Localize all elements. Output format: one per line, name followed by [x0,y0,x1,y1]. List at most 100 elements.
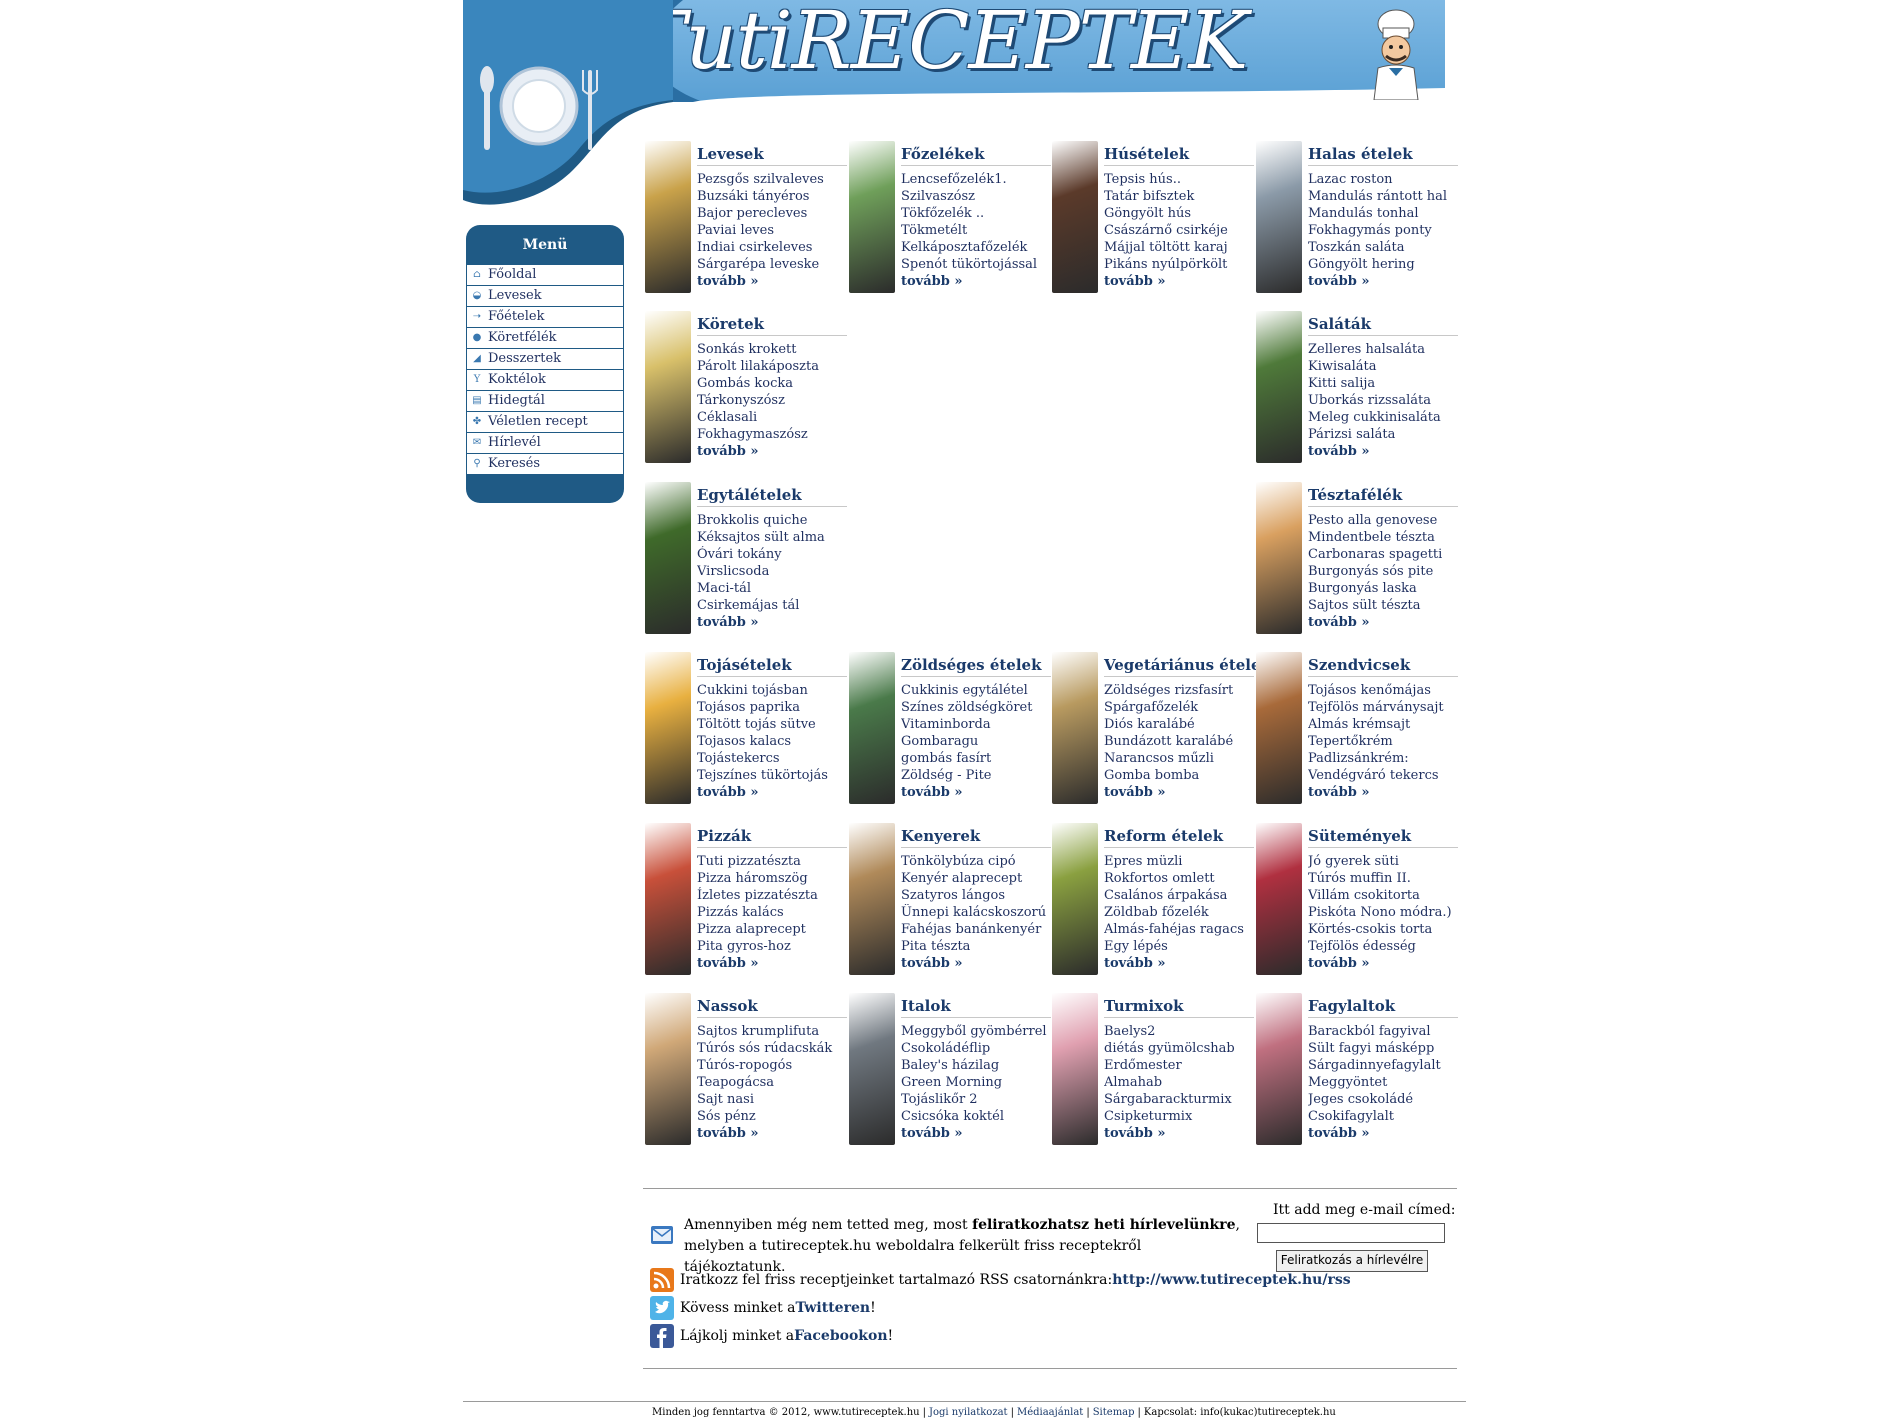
recipe-link[interactable]: Csirkemájas tál [697,597,847,614]
recipe-link[interactable]: Erdőmester [1104,1057,1254,1074]
recipe-link[interactable]: Cukkini tojásban [697,682,847,699]
recipe-link[interactable]: Céklasali [697,409,847,426]
recipe-link[interactable]: Piskóta Nono módra.) [1308,904,1458,921]
recipe-link[interactable]: Óvári tokány [697,546,847,563]
recipe-link[interactable]: Carbonaras spagetti [1308,546,1458,563]
recipe-link[interactable]: Toszkán saláta [1308,239,1458,256]
category-title[interactable]: Fagylaltok [1308,997,1458,1018]
recipe-link[interactable]: Virslicsoda [697,563,847,580]
more-link[interactable]: tovább » [1104,955,1254,973]
recipe-link[interactable]: Csokifagylalt [1308,1108,1458,1125]
more-link[interactable]: tovább » [1308,614,1458,632]
recipe-link[interactable]: Baley's házilag [901,1057,1051,1074]
more-link[interactable]: tovább » [1308,1125,1458,1143]
recipe-link[interactable]: Zöldbab főzelék [1104,904,1254,921]
menu-item-cold-plates[interactable]: ▤ Hidegtál [467,391,623,412]
recipe-link[interactable]: Kenyér alaprecept [901,870,1051,887]
recipe-link[interactable]: Sós pénz [697,1108,847,1125]
category-thumbnail[interactable] [849,993,895,1145]
category-thumbnail[interactable] [1052,823,1098,975]
recipe-link[interactable]: Mandulás rántott hal [1308,188,1458,205]
more-link[interactable]: tovább » [1308,273,1458,291]
recipe-link[interactable]: Narancsos műzli [1104,750,1254,767]
recipe-link[interactable]: Brokkolis quiche [697,512,847,529]
category-thumbnail[interactable] [1052,993,1098,1145]
recipe-link[interactable]: Göngyölt hering [1308,256,1458,273]
recipe-link[interactable]: Ízletes pizzatészta [697,887,847,904]
recipe-link[interactable]: Túrós muffin II. [1308,870,1458,887]
recipe-link[interactable]: Tojásos paprika [697,699,847,716]
more-link[interactable]: tovább » [697,955,847,973]
recipe-link[interactable]: Burgonyás laska [1308,580,1458,597]
recipe-link[interactable]: Mindentbele tészta [1308,529,1458,546]
recipe-link[interactable]: Padlizsánkrém: [1308,750,1458,767]
recipe-link[interactable]: Fokhagymás ponty [1308,222,1458,239]
recipe-link[interactable]: Tejszínes tükörtojás [697,767,847,784]
category-title[interactable]: Húsételek [1104,145,1254,166]
recipe-link[interactable]: Meggyből gyömbérrel [901,1023,1051,1040]
category-title[interactable]: Tojásételek [697,656,847,677]
more-link[interactable]: tovább » [901,784,1051,802]
recipe-link[interactable]: Villám csokitorta [1308,887,1458,904]
recipe-link[interactable]: Bundázott karalábé [1104,733,1254,750]
recipe-link[interactable]: Kiwisaláta [1308,358,1458,375]
more-link[interactable]: tovább » [901,955,1051,973]
recipe-link[interactable]: Zöldség - Pite [901,767,1051,784]
recipe-link[interactable]: Csokoládéflip [901,1040,1051,1057]
more-link[interactable]: tovább » [697,784,847,802]
more-link[interactable]: tovább » [1104,273,1254,291]
category-title[interactable]: Főzelékek [901,145,1051,166]
recipe-link[interactable]: Csicsóka koktél [901,1108,1051,1125]
facebook-link[interactable]: Facebookon [794,1328,887,1344]
recipe-link[interactable]: Tojasos kalacs [697,733,847,750]
recipe-link[interactable]: Sonkás krokett [697,341,847,358]
category-title[interactable]: Köretek [697,315,847,336]
category-thumbnail[interactable] [645,141,691,293]
more-link[interactable]: tovább » [697,614,847,632]
category-thumbnail[interactable] [1052,652,1098,804]
recipe-link[interactable]: Tárkonyszósz [697,392,847,409]
recipe-link[interactable]: Tepertőkrém [1308,733,1458,750]
recipe-link[interactable]: Cukkinis egytálétel [901,682,1051,699]
recipe-link[interactable]: Fokhagymaszósz [697,426,847,443]
recipe-link[interactable]: Meggyöntet [1308,1074,1458,1091]
recipe-link[interactable]: Vitaminborda [901,716,1051,733]
recipe-link[interactable]: Spárgafőzelék [1104,699,1254,716]
recipe-link[interactable]: Jó gyerek süti [1308,853,1458,870]
recipe-link[interactable]: Zöldséges rizsfasírt [1104,682,1254,699]
recipe-link[interactable]: Indiai csirkeleves [697,239,847,256]
menu-item-side-dishes[interactable]: ● Köretfélék [467,328,623,349]
site-logo[interactable]: TutiRECEPTEK [633,0,1248,87]
category-thumbnail[interactable] [645,311,691,463]
recipe-link[interactable]: Tejfölös márványsajt [1308,699,1458,716]
recipe-link[interactable]: Buzsáki tányéros [697,188,847,205]
recipe-link[interactable]: Ünnepi kalácskoszorú [901,904,1051,921]
recipe-link[interactable]: Lazac roston [1308,171,1458,188]
recipe-link[interactable]: Tuti pizzatészta [697,853,847,870]
category-thumbnail[interactable] [1256,823,1302,975]
more-link[interactable]: tovább » [1308,784,1458,802]
category-title[interactable]: Saláták [1308,315,1458,336]
category-thumbnail[interactable] [1256,993,1302,1145]
email-input[interactable] [1257,1223,1445,1243]
category-title[interactable]: Pizzák [697,827,847,848]
recipe-link[interactable]: Vendégváró tekercs [1308,767,1458,784]
recipe-link[interactable]: Kitti salija [1308,375,1458,392]
recipe-link[interactable]: gombás fasírt [901,750,1051,767]
recipe-link[interactable]: Barackból fagyival [1308,1023,1458,1040]
category-thumbnail[interactable] [645,482,691,634]
recipe-link[interactable]: Császárnő csirkéje [1104,222,1254,239]
recipe-link[interactable]: Tepsis hús.. [1104,171,1254,188]
more-link[interactable]: tovább » [1308,955,1458,973]
category-title[interactable]: Halas ételek [1308,145,1458,166]
category-thumbnail[interactable] [1256,311,1302,463]
recipe-link[interactable]: Jeges csokoládé [1308,1091,1458,1108]
recipe-link[interactable]: Pita tészta [901,938,1051,955]
more-link[interactable]: tovább » [1308,443,1458,461]
recipe-link[interactable]: Sajtos sült tészta [1308,597,1458,614]
more-link[interactable]: tovább » [697,273,847,291]
recipe-link[interactable]: Csipketurmix [1104,1108,1254,1125]
category-thumbnail[interactable] [849,141,895,293]
recipe-link[interactable]: Pizza háromszög [697,870,847,887]
menu-item-cocktails[interactable]: Y Koktélok [467,370,623,391]
